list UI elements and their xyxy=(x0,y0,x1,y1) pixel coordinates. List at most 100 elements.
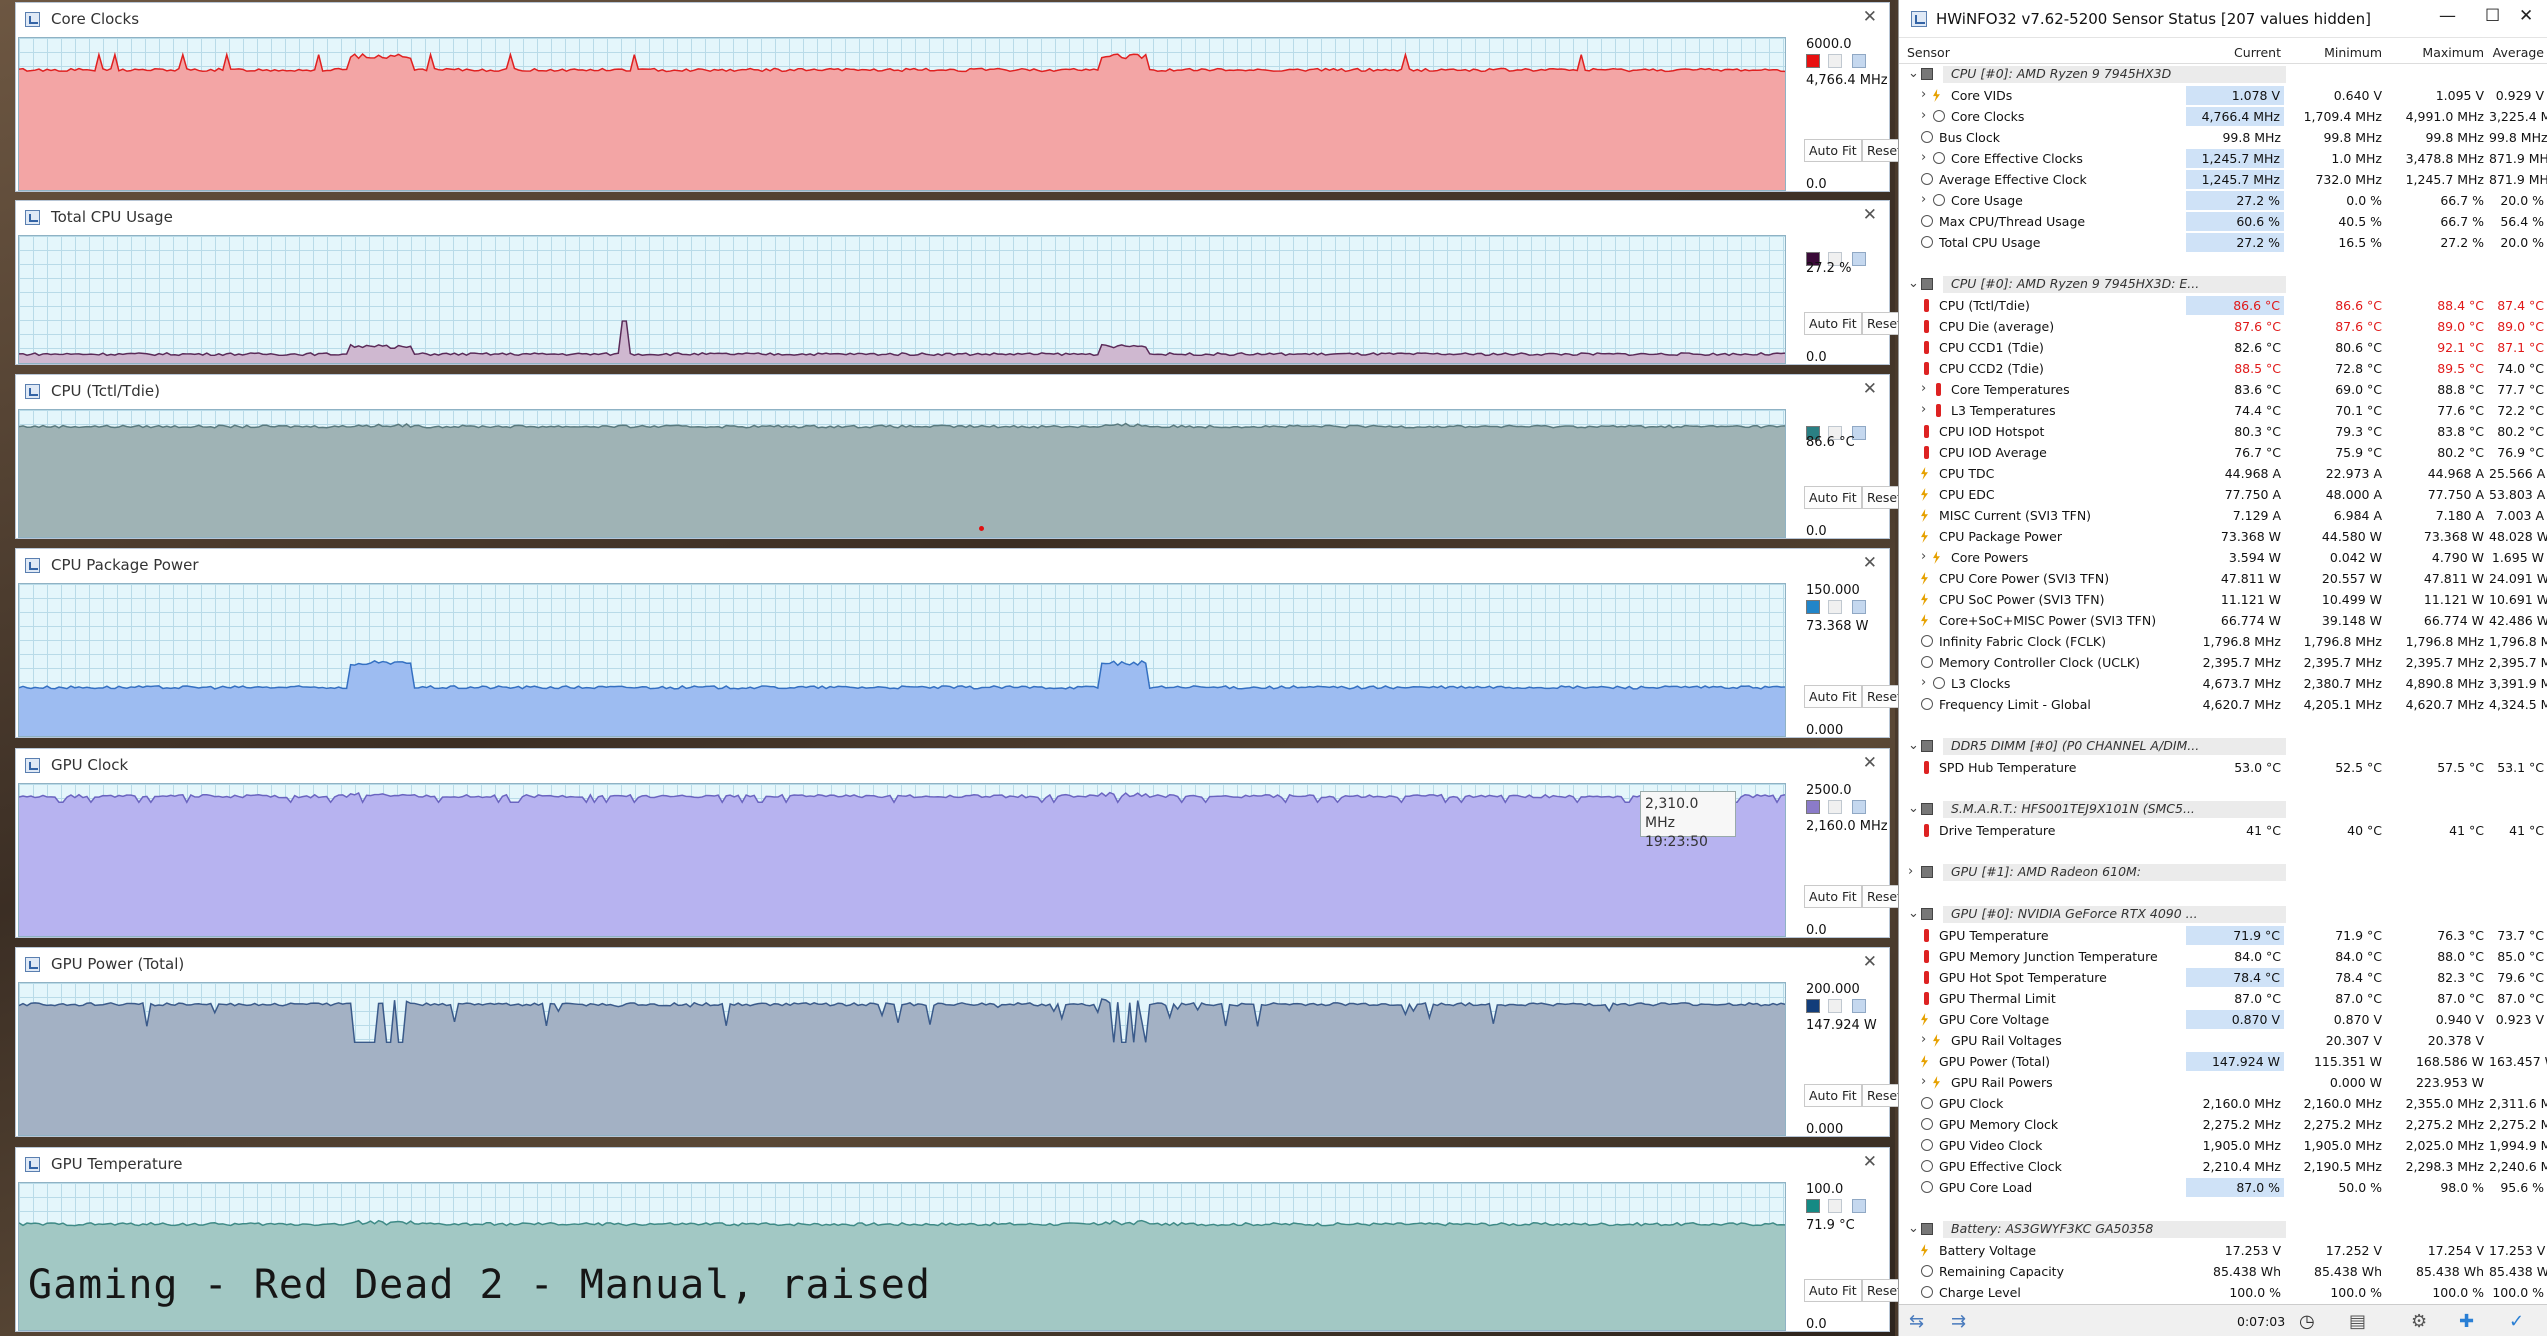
sensor-row[interactable]: CPU CCD1 (Tdie) 82.6 °C 80.6 °C 92.1 °C … xyxy=(1899,337,2547,358)
graph-color-swatch[interactable] xyxy=(1806,800,1820,814)
expand-chevron-icon[interactable]: › xyxy=(1921,87,1926,102)
sensor-row[interactable]: GPU Memory Junction Temperature 84.0 °C … xyxy=(1899,946,2547,967)
sensor-row[interactable]: › Core Effective Clocks 1,245.7 MHz 1.0 … xyxy=(1899,148,2547,169)
sensor-row[interactable]: GPU Clock 2,160.0 MHz 2,160.0 MHz 2,355.… xyxy=(1899,1093,2547,1114)
sensor-row[interactable]: Remaining Capacity 85.438 Wh 85.438 Wh 8… xyxy=(1899,1261,2547,1282)
sensor-row[interactable]: CPU Core Power (SVI3 TFN) 47.811 W 20.55… xyxy=(1899,568,2547,589)
sensor-row[interactable]: SPD Hub Temperature 53.0 °C 52.5 °C 57.5… xyxy=(1899,757,2547,778)
graph-bg-swatch[interactable] xyxy=(1828,600,1842,614)
sensor-group-row[interactable]: ⌄ CPU [#0]: AMD Ryzen 9 7945HX3D: E... xyxy=(1899,274,2547,295)
sensor-group-row[interactable]: ⌄ S.M.A.R.T.: HFS001TEJ9X101N (SMC5... xyxy=(1899,799,2547,820)
collapse-chevron-icon[interactable]: ⌄ xyxy=(1908,66,1919,81)
collapse-chevron-icon[interactable]: ⌄ xyxy=(1908,1221,1919,1236)
sensor-row[interactable]: CPU Die (average) 87.6 °C 87.6 °C 89.0 °… xyxy=(1899,316,2547,337)
sensor-row[interactable]: CPU CCD2 (Tdie) 88.5 °C 72.8 °C 89.5 °C … xyxy=(1899,358,2547,379)
sensor-row[interactable]: MISC Current (SVI3 TFN) 7.129 A 6.984 A … xyxy=(1899,505,2547,526)
sensor-row[interactable]: › GPU Rail Voltages 20.307 V 20.378 V xyxy=(1899,1030,2547,1051)
expand-chevron-icon[interactable]: › xyxy=(1908,864,1913,879)
minimize-button[interactable]: — xyxy=(2439,6,2456,26)
sensor-row[interactable]: Charge Level 100.0 % 100.0 % 100.0 % 100… xyxy=(1899,1282,2547,1303)
sensor-group-row[interactable]: ⌄ DDR5 DIMM [#0] (P0 CHANNEL A/DIM... xyxy=(1899,736,2547,757)
collapse-icon[interactable]: ✓ xyxy=(2509,1311,2524,1332)
expand-chevron-icon[interactable]: › xyxy=(1921,381,1926,396)
graph-options-swatch[interactable] xyxy=(1852,54,1866,68)
graph-bg-swatch[interactable] xyxy=(1828,1199,1842,1213)
graph-close-icon[interactable]: ✕ xyxy=(1863,952,1877,972)
sensor-row[interactable]: CPU IOD Hotspot 80.3 °C 79.3 °C 83.8 °C … xyxy=(1899,421,2547,442)
sensor-group-row[interactable]: ⌄ Battery: AS3GWYF3KC GA50358 xyxy=(1899,1219,2547,1240)
col-maximum[interactable]: Maximum xyxy=(2407,45,2484,60)
close-button[interactable]: ✕ xyxy=(2519,6,2533,26)
col-sensor[interactable]: Sensor xyxy=(1907,45,1950,60)
auto-fit-button[interactable]: Auto Fit xyxy=(1804,885,1862,908)
sensor-row[interactable]: CPU IOD Average 76.7 °C 75.9 °C 80.2 °C … xyxy=(1899,442,2547,463)
graph-options-swatch[interactable] xyxy=(1852,600,1866,614)
graph-close-icon[interactable]: ✕ xyxy=(1863,1152,1877,1172)
collapse-chevron-icon[interactable]: ⌄ xyxy=(1908,801,1919,816)
sensor-row[interactable]: CPU EDC 77.750 A 48.000 A 77.750 A 53.80… xyxy=(1899,484,2547,505)
graph-bg-swatch[interactable] xyxy=(1828,54,1842,68)
col-minimum[interactable]: Minimum xyxy=(2307,45,2382,60)
sensor-group-row[interactable]: › GPU [#1]: AMD Radeon 610M: xyxy=(1899,862,2547,883)
expand-chevron-icon[interactable]: › xyxy=(1921,675,1926,690)
graph-color-swatch[interactable] xyxy=(1806,54,1820,68)
sensor-row[interactable]: Battery Voltage 17.253 V 17.252 V 17.254… xyxy=(1899,1240,2547,1261)
sensor-row[interactable]: Drive Temperature 41 °C 40 °C 41 °C 41 °… xyxy=(1899,820,2547,841)
sensor-row[interactable]: GPU Power (Total) 147.924 W 115.351 W 16… xyxy=(1899,1051,2547,1072)
graph-close-icon[interactable]: ✕ xyxy=(1863,553,1877,573)
sensor-row[interactable]: GPU Thermal Limit 87.0 °C 87.0 °C 87.0 °… xyxy=(1899,988,2547,1009)
expand-chevron-icon[interactable]: › xyxy=(1921,402,1926,417)
graph-bg-swatch[interactable] xyxy=(1828,800,1842,814)
sensor-group-row[interactable]: ⌄ GPU [#0]: NVIDIA GeForce RTX 4090 ... xyxy=(1899,904,2547,925)
graph-options-swatch[interactable] xyxy=(1852,1199,1866,1213)
sensor-row[interactable]: › L3 Clocks 4,673.7 MHz 2,380.7 MHz 4,89… xyxy=(1899,673,2547,694)
graph-options-swatch[interactable] xyxy=(1852,252,1866,266)
sensor-group-row[interactable]: ⌄ CPU [#0]: AMD Ryzen 9 7945HX3D xyxy=(1899,64,2547,85)
sensor-row[interactable]: CPU Package Power 73.368 W 44.580 W 73.3… xyxy=(1899,526,2547,547)
expand-chevron-icon[interactable]: › xyxy=(1921,108,1926,123)
sensor-row[interactable]: Memory Controller Clock (UCLK) 2,395.7 M… xyxy=(1899,652,2547,673)
sensor-row[interactable]: › L3 Temperatures 74.4 °C 70.1 °C 77.6 °… xyxy=(1899,400,2547,421)
sensor-row[interactable]: GPU Temperature 71.9 °C 71.9 °C 76.3 °C … xyxy=(1899,925,2547,946)
graph-options-swatch[interactable] xyxy=(1852,999,1866,1013)
expand-chevron-icon[interactable]: › xyxy=(1921,549,1926,564)
auto-fit-button[interactable]: Auto Fit xyxy=(1804,1084,1862,1107)
sensor-row[interactable]: CPU TDC 44.968 A 22.973 A 44.968 A 25.56… xyxy=(1899,463,2547,484)
expand-chevron-icon[interactable]: › xyxy=(1921,1074,1926,1089)
graph-bg-swatch[interactable] xyxy=(1828,999,1842,1013)
graph-close-icon[interactable]: ✕ xyxy=(1863,753,1877,773)
sensor-row[interactable]: Average Effective Clock 1,245.7 MHz 732.… xyxy=(1899,169,2547,190)
col-current[interactable]: Current xyxy=(2207,45,2281,60)
collapse-chevron-icon[interactable]: ⌄ xyxy=(1908,738,1919,753)
sensor-row[interactable]: › Core VIDs 1.078 V 0.640 V 1.095 V 0.92… xyxy=(1899,85,2547,106)
sensor-row[interactable]: GPU Core Load 87.0 % 50.0 % 98.0 % 95.6 … xyxy=(1899,1177,2547,1198)
expand-chevron-icon[interactable]: › xyxy=(1921,192,1926,207)
sensor-row[interactable]: › Core Temperatures 83.6 °C 69.0 °C 88.8… xyxy=(1899,379,2547,400)
graph-close-icon[interactable]: ✕ xyxy=(1863,379,1877,399)
sensor-row[interactable]: Bus Clock 99.8 MHz 99.8 MHz 99.8 MHz 99.… xyxy=(1899,127,2547,148)
graph-color-swatch[interactable] xyxy=(1806,1199,1820,1213)
auto-fit-button[interactable]: Auto Fit xyxy=(1804,139,1862,162)
graph-close-icon[interactable]: ✕ xyxy=(1863,7,1877,27)
graph-color-swatch[interactable] xyxy=(1806,600,1820,614)
auto-fit-button[interactable]: Auto Fit xyxy=(1804,685,1862,708)
sensor-row[interactable]: CPU (Tctl/Tdie) 86.6 °C 86.6 °C 88.4 °C … xyxy=(1899,295,2547,316)
graph-options-swatch[interactable] xyxy=(1852,800,1866,814)
collapse-chevron-icon[interactable]: ⌄ xyxy=(1908,276,1919,291)
sensor-row[interactable]: CPU SoC Power (SVI3 TFN) 11.121 W 10.499… xyxy=(1899,589,2547,610)
sensor-row[interactable]: GPU Memory Clock 2,275.2 MHz 2,275.2 MHz… xyxy=(1899,1114,2547,1135)
sensor-row[interactable]: › Core Clocks 4,766.4 MHz 1,709.4 MHz 4,… xyxy=(1899,106,2547,127)
clock-icon[interactable]: ◷ xyxy=(2299,1311,2315,1332)
sensor-row[interactable]: › GPU Rail Powers 0.000 W 223.953 W xyxy=(1899,1072,2547,1093)
expand-chevron-icon[interactable]: › xyxy=(1921,150,1926,165)
collapse-chevron-icon[interactable]: ⌄ xyxy=(1908,906,1919,921)
maximize-button[interactable]: ☐ xyxy=(2485,6,2500,26)
auto-fit-button[interactable]: Auto Fit xyxy=(1804,486,1862,509)
expand-chevron-icon[interactable]: › xyxy=(1921,1032,1926,1047)
col-average[interactable]: Average xyxy=(2489,45,2544,60)
sensor-row[interactable]: Total CPU Usage 27.2 % 16.5 % 27.2 % 20.… xyxy=(1899,232,2547,253)
sensor-row[interactable]: GPU Core Voltage 0.870 V 0.870 V 0.940 V… xyxy=(1899,1009,2547,1030)
sensor-row[interactable]: GPU Effective Clock 2,210.4 MHz 2,190.5 … xyxy=(1899,1156,2547,1177)
graph-close-icon[interactable]: ✕ xyxy=(1863,205,1877,225)
nav-right-icon[interactable]: ⇉ xyxy=(1951,1311,1966,1332)
